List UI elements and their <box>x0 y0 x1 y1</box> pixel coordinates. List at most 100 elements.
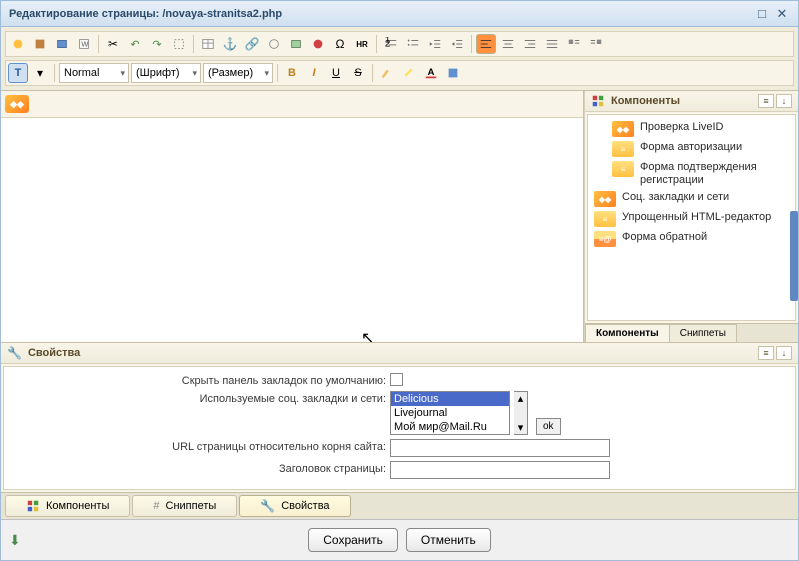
main-area: ◆◆ ↖ Компоненты ≡ ↓ ◆◆ Проверка LiveID <box>1 91 798 342</box>
scrollbar-thumb[interactable] <box>790 211 798 301</box>
bottom-tab-label: Свойства <box>281 500 329 512</box>
bg-color-icon[interactable] <box>443 63 463 83</box>
hide-bookmarks-checkbox[interactable] <box>390 373 403 386</box>
properties-title: Свойства <box>28 347 80 359</box>
tree-item[interactable]: ◆◆ Проверка LiveID <box>590 119 793 139</box>
editor-canvas[interactable]: ↖ <box>1 118 583 342</box>
text-mode-icon[interactable]: T <box>8 63 28 83</box>
tree-item[interactable]: ≡ Форма подтверждения регистрации <box>590 159 793 189</box>
properties-body: Скрыть панель закладок по умолчанию: Исп… <box>3 366 796 490</box>
listbox-item[interactable]: Livejournal <box>391 406 509 420</box>
text-color-icon[interactable]: A <box>421 63 441 83</box>
close-button[interactable]: ✕ <box>774 6 790 22</box>
prop-label: URL страницы относительно корня сайта: <box>10 439 390 453</box>
tree-label: Форма подтверждения регистрации <box>640 161 789 187</box>
highlight-icon[interactable] <box>399 63 419 83</box>
listbox-item[interactable]: Delicious <box>391 392 509 406</box>
tree-label: Соц. закладки и сети <box>622 191 789 204</box>
listbox-scrollbar[interactable]: ▴▾ <box>514 391 528 435</box>
wrench-tab-icon: 🔧 <box>260 499 275 513</box>
prop-page-title: Заголовок страницы: <box>10 461 789 479</box>
svg-text:A: A <box>428 67 435 78</box>
tree-label: Форма обратной <box>622 231 789 244</box>
link-icon[interactable]: 🔗 <box>242 34 262 54</box>
align-right-icon[interactable] <box>520 34 540 54</box>
float-left-icon[interactable] <box>564 34 584 54</box>
properties-panel: 🔧 Свойства ≡ ↓ Скрыть панель закладок по… <box>1 342 798 492</box>
tree-label: Проверка LiveID <box>640 121 789 134</box>
panel-collapse-button[interactable]: ↓ <box>776 94 792 108</box>
strike-icon[interactable]: S <box>348 63 368 83</box>
size-select[interactable]: (Размер) <box>203 63 273 83</box>
cancel-button[interactable]: Отменить <box>406 528 491 552</box>
panel-menu-button[interactable]: ≡ <box>758 346 774 360</box>
tree-label: Упрощенный HTML-редактор <box>622 211 789 224</box>
cursor-icon: ↖ <box>361 328 374 342</box>
svg-text:2: 2 <box>385 39 390 50</box>
dialog-title: Редактирование страницы: /novaya-stranit… <box>9 8 750 20</box>
italic-icon[interactable]: I <box>304 63 324 83</box>
component-icon[interactable]: ◆◆ <box>5 95 29 113</box>
tree-item[interactable]: ≡ Упрощенный HTML-редактор <box>590 209 793 229</box>
indent-icon[interactable] <box>447 34 467 54</box>
clear-format-icon[interactable] <box>377 63 397 83</box>
bottom-tab-components[interactable]: Компоненты <box>5 495 130 517</box>
align-center-icon[interactable] <box>498 34 518 54</box>
url-input[interactable] <box>390 439 610 457</box>
tree-label: Форма авторизации <box>640 141 789 154</box>
tree-item[interactable]: ≡ Форма авторизации <box>590 139 793 159</box>
align-left-icon[interactable] <box>476 34 496 54</box>
list-ordered-icon[interactable]: 12 <box>381 34 401 54</box>
tab-components[interactable]: Компоненты <box>585 324 670 342</box>
component-yellow-icon: ≡ <box>594 211 616 227</box>
border-icon[interactable] <box>169 34 189 54</box>
components-panel-header: Компоненты ≡ ↓ <box>585 91 798 112</box>
float-right-icon[interactable] <box>586 34 606 54</box>
ok-button[interactable]: ok <box>536 418 561 435</box>
image-icon[interactable] <box>286 34 306 54</box>
separator <box>277 64 278 82</box>
components-tab-icon <box>26 499 40 513</box>
component-mixed-icon: ≡@ <box>594 231 616 247</box>
panel-menu-button[interactable]: ≡ <box>758 94 774 108</box>
table-icon[interactable] <box>198 34 218 54</box>
tree-item[interactable]: ≡@ Форма обратной <box>590 229 793 249</box>
bottom-tab-snippets[interactable]: # Сниппеты <box>132 495 237 517</box>
listbox-item[interactable]: Мой мир@Mail.Ru <box>391 420 509 434</box>
save-icon[interactable] <box>30 34 50 54</box>
special-char-icon[interactable]: Ω <box>330 34 350 54</box>
dialog-footer: ⬇ Сохранить Отменить <box>1 519 798 560</box>
panel-collapse-button[interactable]: ↓ <box>776 346 792 360</box>
media-icon[interactable] <box>308 34 328 54</box>
undo-icon[interactable]: ↶ <box>125 34 145 54</box>
bold-icon[interactable]: B <box>282 63 302 83</box>
underline-icon[interactable]: U <box>326 63 346 83</box>
download-icon[interactable]: ⬇ <box>9 532 21 549</box>
maximize-button[interactable]: □ <box>754 6 770 22</box>
networks-listbox[interactable]: Delicious Livejournal Мой мир@Mail.Ru <box>390 391 510 435</box>
separator <box>54 64 55 82</box>
code-icon[interactable]: w <box>74 34 94 54</box>
anchor-icon[interactable]: ⚓ <box>220 34 240 54</box>
font-select[interactable]: (Шрифт) <box>131 63 201 83</box>
tab-snippets[interactable]: Сниппеты <box>669 324 737 342</box>
new-icon[interactable] <box>8 34 28 54</box>
cut-icon[interactable]: ✂ <box>103 34 123 54</box>
bottom-tab-properties[interactable]: 🔧 Свойства <box>239 495 350 517</box>
dropdown-icon[interactable]: ▾ <box>30 63 50 83</box>
preview-icon[interactable] <box>52 34 72 54</box>
tree-item[interactable]: ◆◆ Соц. закладки и сети <box>590 189 793 209</box>
components-tree[interactable]: ◆◆ Проверка LiveID ≡ Форма авторизации ≡… <box>587 114 796 321</box>
save-button[interactable]: Сохранить <box>308 528 398 552</box>
align-justify-icon[interactable] <box>542 34 562 54</box>
page-title-input[interactable] <box>390 461 610 479</box>
components-panel: Компоненты ≡ ↓ ◆◆ Проверка LiveID ≡ Форм… <box>584 91 798 342</box>
unlink-icon[interactable] <box>264 34 284 54</box>
bottom-tab-label: Сниппеты <box>166 500 217 512</box>
prop-hide-bookmarks: Скрыть панель закладок по умолчанию: <box>10 373 789 387</box>
redo-icon[interactable]: ↷ <box>147 34 167 54</box>
outdent-icon[interactable] <box>425 34 445 54</box>
hr-icon[interactable]: HR <box>352 34 372 54</box>
list-unordered-icon[interactable] <box>403 34 423 54</box>
format-select[interactable]: Normal <box>59 63 129 83</box>
